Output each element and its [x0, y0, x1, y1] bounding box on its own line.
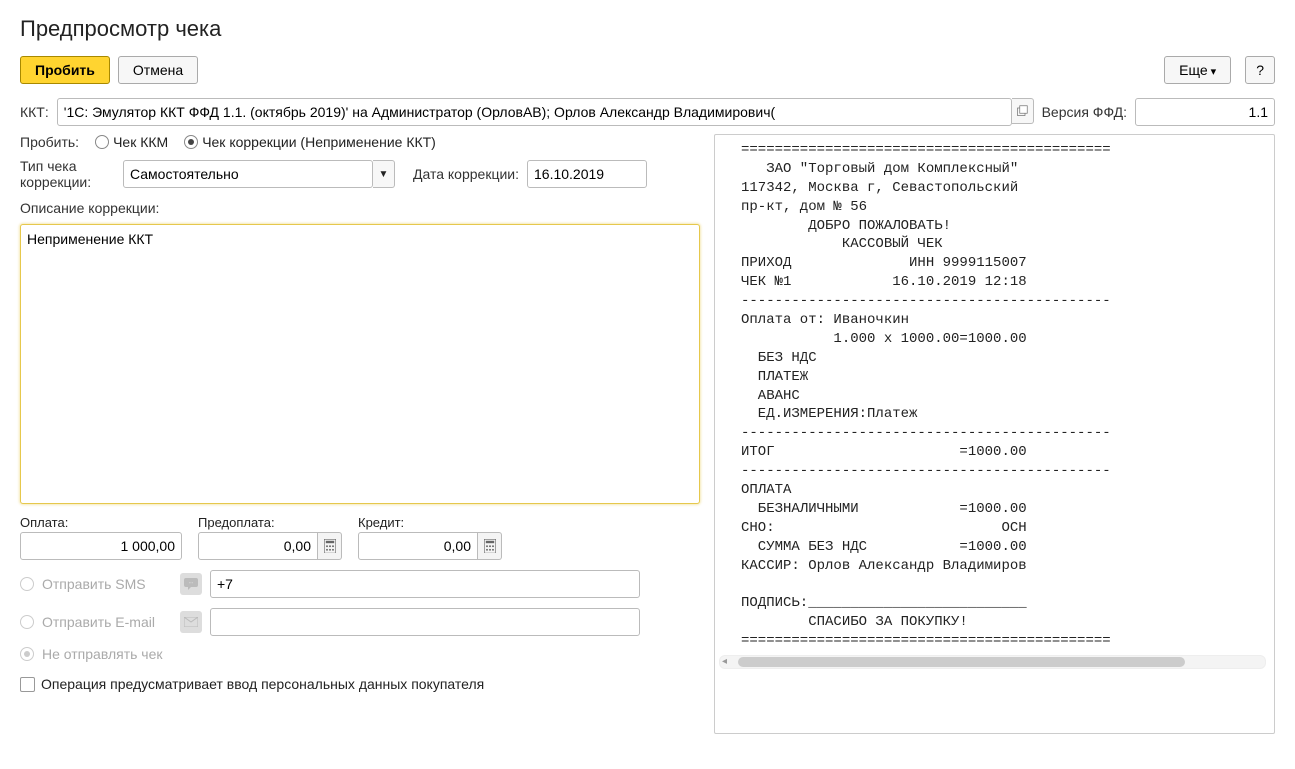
help-button[interactable]: ?: [1245, 56, 1275, 84]
radio-icon: [95, 135, 109, 149]
radio-icon: [184, 135, 198, 149]
personal-data-row: Операция предусматривает ввод персональн…: [20, 676, 700, 692]
kkt-label: ККТ:: [20, 104, 49, 120]
email-icon: [180, 611, 202, 633]
calculator-icon[interactable]: [318, 532, 342, 560]
horizontal-scrollbar[interactable]: ◂: [719, 655, 1266, 669]
send-email-label: Отправить E-mail: [42, 614, 172, 630]
svg-text:···: ···: [189, 581, 194, 587]
correction-type-input[interactable]: [123, 160, 373, 188]
email-input[interactable]: [210, 608, 640, 636]
sms-icon: ···: [180, 573, 202, 595]
radio-chek-kkm[interactable]: Чек ККМ: [95, 134, 168, 150]
credit-label: Кредит:: [358, 515, 502, 530]
send-email-row: Отправить E-mail: [20, 608, 700, 636]
radio-label: Чек коррекции (Неприменение ККТ): [202, 134, 436, 150]
correction-type-label: Тип чека коррекции:: [20, 158, 115, 190]
send-none-row: Не отправлять чек: [20, 646, 700, 662]
send-none-label: Не отправлять чек: [42, 646, 163, 662]
radio-chek-correction[interactable]: Чек коррекции (Неприменение ККТ): [184, 134, 436, 150]
send-sms-row: Отправить SMS ···: [20, 570, 700, 598]
probity-mode-group: Пробить: Чек ККМ Чек коррекции (Непримен…: [20, 134, 700, 150]
toolbar: Пробить Отмена Еще ?: [20, 56, 1275, 84]
description-label: Описание коррекции:: [20, 200, 159, 216]
scroll-thumb[interactable]: [738, 657, 1185, 667]
sms-input[interactable]: [210, 570, 640, 598]
cancel-button[interactable]: Отмена: [118, 56, 198, 84]
personal-data-checkbox[interactable]: [20, 677, 35, 692]
oplata-input[interactable]: [20, 532, 182, 560]
page-title: Предпросмотр чека: [20, 16, 1275, 42]
probity-mode-label: Пробить:: [20, 134, 79, 150]
correction-type-row: Тип чека коррекции: ▼ Дата коррекции:: [20, 158, 700, 190]
radio-icon: [20, 647, 34, 661]
predoplata-label: Предоплата:: [198, 515, 342, 530]
radio-icon: [20, 577, 34, 591]
kkt-input[interactable]: [57, 98, 1012, 126]
probity-button[interactable]: Пробить: [20, 56, 110, 84]
receipt-preview[interactable]: ========================================…: [714, 134, 1275, 734]
receipt-text: ========================================…: [741, 141, 1266, 651]
correction-date-input[interactable]: [527, 160, 647, 188]
description-textarea[interactable]: Неприменение ККТ: [20, 224, 700, 504]
open-link-icon[interactable]: [1012, 98, 1034, 124]
scroll-left-icon: ◂: [722, 656, 727, 667]
kkt-row: ККТ: Версия ФФД:: [20, 98, 1275, 126]
chevron-down-icon[interactable]: ▼: [373, 160, 395, 188]
send-sms-label: Отправить SMS: [42, 576, 172, 592]
predoplata-input[interactable]: [198, 532, 318, 560]
radio-label: Чек ККМ: [113, 134, 168, 150]
correction-date-label: Дата коррекции:: [413, 166, 519, 182]
ffd-label: Версия ФФД:: [1042, 104, 1127, 120]
more-button[interactable]: Еще: [1164, 56, 1231, 84]
credit-input[interactable]: [358, 532, 478, 560]
payment-row: Оплата: Предоплата: Кредит:: [20, 515, 700, 560]
personal-data-label: Операция предусматривает ввод персональн…: [41, 676, 484, 692]
ffd-input[interactable]: [1135, 98, 1275, 126]
radio-icon: [20, 615, 34, 629]
oplata-label: Оплата:: [20, 515, 182, 530]
calculator-icon[interactable]: [478, 532, 502, 560]
